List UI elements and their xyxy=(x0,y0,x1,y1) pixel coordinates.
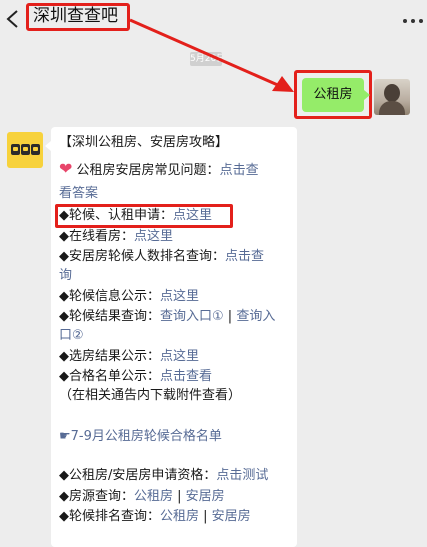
online-line: ◆在线看房：点这里 xyxy=(59,227,173,247)
result-line: ◆轮候结果查询：查询入口① | 查询入 xyxy=(59,307,275,327)
online-label: ◆在线看房： xyxy=(59,229,134,244)
queue-link-1[interactable]: 公租房 xyxy=(160,509,199,524)
result-link-1[interactable]: 查询入口① xyxy=(160,309,224,324)
info-label: ◆轮候信息公示： xyxy=(59,289,160,304)
message-heading: 【深圳公租房、安居房攻略】 xyxy=(59,135,229,150)
apply-link[interactable]: 点这里 xyxy=(173,208,212,223)
queue-separator: | xyxy=(199,509,212,524)
pass-line: ◆合格名单公示：点击查看 xyxy=(59,367,212,387)
queue-label: ◆轮候排名查询： xyxy=(59,509,160,524)
chat-header: 深圳查查吧 xyxy=(0,0,427,40)
source-link-2[interactable]: 安居房 xyxy=(186,489,225,504)
chevron-left-icon[interactable] xyxy=(4,9,22,29)
rank-line: ◆安居房轮候人数排名查询：点击查 xyxy=(59,247,264,267)
pass-label: ◆合格名单公示： xyxy=(59,369,160,384)
message-timestamp: 5月26日 xyxy=(190,52,222,66)
result-link-2-cont[interactable]: 口② xyxy=(59,328,84,343)
july-list-link[interactable]: ☛7-9月公租房轮候合格名单 xyxy=(59,429,222,444)
qual-label: ◆公租房/安居房申请资格： xyxy=(59,468,217,483)
july-link-line[interactable]: ☛7-9月公租房轮候合格名单 xyxy=(59,427,222,447)
result-label: ◆轮候结果查询： xyxy=(59,309,160,324)
apply-line: ◆轮候、认租申请：点这里 xyxy=(59,206,212,226)
rank-label: ◆安居房轮候人数排名查询： xyxy=(59,249,225,264)
official-account-avatar[interactable] xyxy=(7,132,43,168)
faq-line: ❤ 公租房安居房常见问题：点击查 xyxy=(59,159,259,181)
select-line: ◆选房结果公示：点这里 xyxy=(59,347,199,367)
info-link[interactable]: 点这里 xyxy=(160,289,199,304)
source-separator: | xyxy=(173,489,186,504)
online-link[interactable]: 点这里 xyxy=(134,229,173,244)
faq-link[interactable]: 点击查 xyxy=(220,163,259,178)
faq-link-2[interactable]: 看答案 xyxy=(59,186,98,201)
faq-link-cont[interactable]: 看答案 xyxy=(59,184,98,204)
qual-line: ◆公租房/安居房申请资格：点击测试 xyxy=(59,466,268,486)
select-label: ◆选房结果公示： xyxy=(59,349,160,364)
select-link[interactable]: 点这里 xyxy=(160,349,199,364)
more-dots-icon[interactable] xyxy=(403,18,423,24)
rank-link[interactable]: 点击查 xyxy=(225,249,264,264)
info-line: ◆轮候信息公示：点这里 xyxy=(59,287,199,307)
queue-link-2[interactable]: 安居房 xyxy=(212,509,251,524)
pass-link[interactable]: 点击查看 xyxy=(160,369,212,384)
heart-icon: ❤ xyxy=(59,159,73,178)
result-link-2[interactable]: 查询入 xyxy=(236,309,275,324)
my-message-bubble[interactable]: 公租房 xyxy=(302,78,370,112)
user-avatar[interactable] xyxy=(374,79,410,115)
source-line: ◆房源查询：公租房 | 安居房 xyxy=(59,487,225,507)
source-link-1[interactable]: 公租房 xyxy=(134,489,173,504)
result-link-cont[interactable]: 口② xyxy=(59,326,84,346)
note-line: （在相关通告内下载附件查看） xyxy=(59,388,242,403)
queue-line: ◆轮候排名查询：公租房 | 安居房 xyxy=(59,507,251,527)
rank-link-cont[interactable]: 询 xyxy=(59,266,72,286)
rank-link-2[interactable]: 询 xyxy=(59,268,72,283)
chat-title: 深圳查查吧 xyxy=(33,6,118,26)
faq-label: 公租房安居房常见问题： xyxy=(76,163,220,178)
source-label: ◆房源查询： xyxy=(59,489,134,504)
result-separator: | xyxy=(223,309,237,324)
apply-label: ◆轮候、认租申请： xyxy=(59,208,173,223)
qual-link[interactable]: 点击测试 xyxy=(216,468,268,483)
